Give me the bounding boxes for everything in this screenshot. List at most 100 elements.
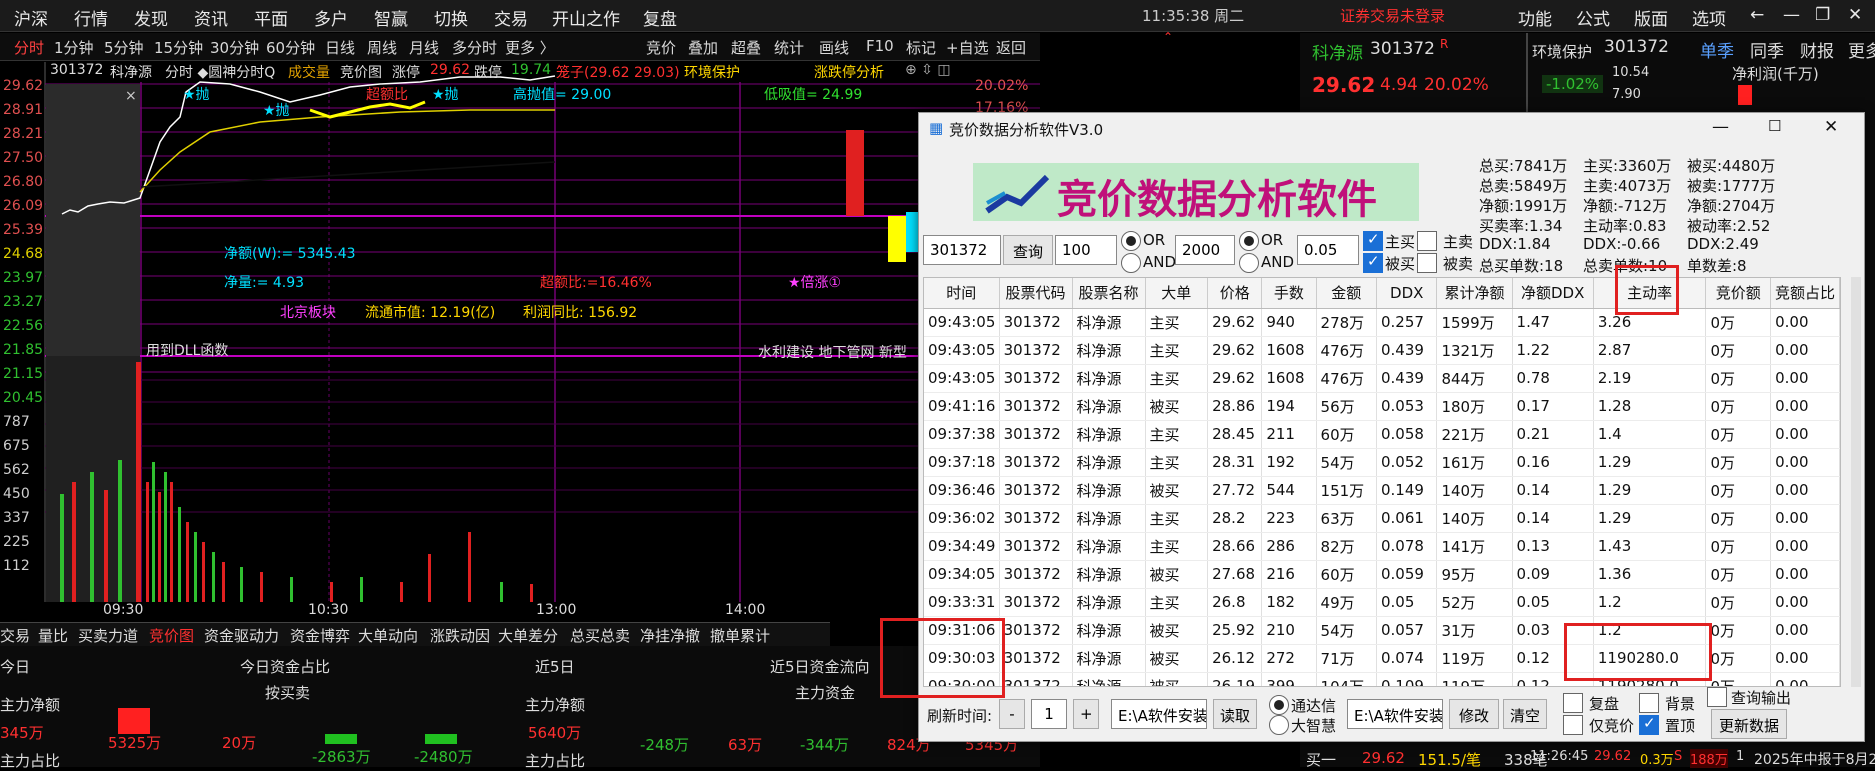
col-header[interactable]: 竞额占比 — [1770, 278, 1840, 309]
menu-gongshi[interactable]: 公式 — [1576, 5, 1610, 30]
menu-duohu[interactable]: 多户 — [314, 5, 348, 30]
tab-liangbi[interactable]: 量比 — [38, 625, 68, 646]
tab-zijinqudong[interactable]: 资金驱动力 — [204, 625, 279, 646]
minus-button[interactable]: - — [999, 699, 1025, 729]
col-header[interactable]: 金额 — [1316, 278, 1378, 309]
table-scrollbar[interactable] — [1851, 277, 1861, 687]
path1-input[interactable]: E:\A软件安装 — [1111, 699, 1207, 729]
tb-fanhui[interactable]: 返回 — [996, 37, 1026, 58]
chart-settings-icon[interactable]: ⊕ ⇳ ◫ — [905, 62, 951, 78]
tab-caibao[interactable]: 财报 — [1800, 37, 1834, 62]
tab-maimai[interactable]: 买卖力道 — [78, 625, 138, 646]
ddx-input[interactable]: 0.05 — [1297, 235, 1359, 265]
tb-tongji[interactable]: 统计 — [774, 37, 804, 58]
tab-jiaoyi[interactable]: 交易 — [0, 625, 30, 646]
menu-xuanxiang[interactable]: 选项 — [1692, 5, 1726, 30]
tb-huaxian[interactable]: 画线 — [819, 37, 849, 58]
menu-hangqing[interactable]: 行情 — [74, 5, 108, 30]
menu-qiehuan[interactable]: 切换 — [434, 5, 468, 30]
tab-jingjiatu[interactable]: 竞价图 — [149, 625, 194, 646]
menu-fupan[interactable]: 复盘 — [643, 5, 677, 30]
tf-5min[interactable]: 5分钟 — [104, 37, 144, 58]
tb-biaoji[interactable]: 标记 — [906, 37, 936, 58]
collapse-arrow-icon[interactable]: ⌃ — [1163, 30, 1173, 44]
table-row[interactable]: 09:37:38 301372 科净源 主买 28.45 211 60万 0.058 221万 0… — [924, 420, 1840, 449]
tf-day[interactable]: 日线 — [325, 37, 355, 58]
menu-banmian[interactable]: 版面 — [1634, 5, 1668, 30]
env-label[interactable]: 环境保护 — [1532, 41, 1592, 62]
tf-15min[interactable]: 15分钟 — [154, 37, 203, 58]
or1-radio[interactable] — [1121, 231, 1141, 251]
tf-more[interactable]: 更多 〉 — [505, 37, 555, 58]
modify-button[interactable]: 修改 — [1449, 699, 1499, 729]
or2-radio[interactable] — [1239, 231, 1259, 251]
threshold2-input[interactable]: 2000 — [1175, 235, 1235, 265]
table-row[interactable]: 09:36:46 301372 科净源 被买 27.72 544 151万 0.149 140万… — [924, 476, 1840, 505]
menu-zhiying[interactable]: 智赢 — [374, 5, 408, 30]
zhumai2-checkbox[interactable] — [1417, 231, 1437, 251]
beimai2-checkbox[interactable] — [1417, 253, 1437, 273]
tb-jingjia[interactable]: 竞价 — [646, 37, 676, 58]
top-checkbox[interactable] — [1639, 714, 1659, 735]
dzh-radio[interactable] — [1269, 715, 1289, 735]
threshold1-input[interactable]: 100 — [1055, 235, 1117, 265]
login-warning[interactable]: 证券交易未登录 — [1340, 5, 1445, 26]
zhumai-checkbox[interactable] — [1363, 230, 1383, 251]
menu-jiaoyi[interactable]: 交易 — [494, 5, 528, 30]
col-header[interactable]: 手数 — [1261, 278, 1317, 309]
col-header[interactable]: 竞价额 — [1705, 278, 1772, 309]
menu-kaishan[interactable]: 开山之作 — [552, 5, 620, 30]
table-row[interactable]: 09:34:49 301372 科净源 主买 28.66 286 82万 0.078 141万 0… — [924, 532, 1840, 561]
tf-multi[interactable]: 多分时 — [452, 37, 497, 58]
tab-zongmai[interactable]: 总买总卖 — [570, 625, 630, 646]
minimize-icon[interactable]: — — [1783, 5, 1800, 25]
table-row[interactable]: 09:43:05 301372 科净源 主买 29.62 1608 476万 0.439 844… — [924, 364, 1840, 393]
read-button[interactable]: 读取 — [1213, 699, 1257, 729]
tab-danji[interactable]: 单季 — [1700, 37, 1734, 62]
tf-1min[interactable]: 1分钟 — [54, 37, 94, 58]
table-row[interactable]: 09:43:05 301372 科净源 主买 29.62 1608 476万 0.439 132… — [924, 336, 1840, 365]
col-header[interactable]: 价格 — [1207, 278, 1263, 309]
table-row[interactable]: 09:43:05 301372 科净源 主买 29.62 940 278万 0.257 1599… — [924, 308, 1840, 337]
back-arrow-icon[interactable]: ← — [1750, 5, 1764, 25]
tab-dadan[interactable]: 大单动向 — [358, 625, 418, 646]
intraday-chart[interactable]: 29.62 28.91 28.21 27.50 26.80 26.09 25.3… — [0, 62, 1040, 622]
tab-tongji[interactable]: 同季 — [1750, 37, 1784, 62]
query-out-checkbox[interactable] — [1707, 687, 1727, 707]
clear-button[interactable]: 清空 — [1503, 699, 1547, 729]
col-header[interactable]: 股票名称 — [1072, 278, 1146, 309]
col-header[interactable]: 股票代码 — [999, 278, 1073, 309]
table-row[interactable]: 09:33:31 301372 科净源 主买 26.8 182 49万 0.05 52万 0.05… — [924, 588, 1840, 617]
tb-zixuan[interactable]: +自选 — [946, 37, 989, 58]
col-header[interactable]: 大单 — [1145, 278, 1209, 309]
tab-chedan[interactable]: 撤单累计 — [710, 625, 770, 646]
menu-gongneng[interactable]: 功能 — [1518, 5, 1552, 30]
only-bid-checkbox[interactable] — [1563, 715, 1583, 735]
and1-radio[interactable] — [1121, 253, 1141, 273]
refresh-input[interactable]: 1 — [1031, 699, 1067, 729]
tb-chaodie[interactable]: 超叠 — [731, 37, 761, 58]
dialog-maximize-icon[interactable]: ☐ — [1768, 117, 1781, 135]
tf-month[interactable]: 月线 — [409, 37, 439, 58]
tdx-radio[interactable] — [1269, 695, 1289, 715]
query-button[interactable]: 查询 — [1003, 235, 1053, 265]
menu-zixun[interactable]: 资讯 — [194, 5, 228, 30]
tf-60min[interactable]: 60分钟 — [266, 37, 315, 58]
tb-f10[interactable]: F10 — [866, 37, 894, 55]
tf-fenshi[interactable]: 分时 — [14, 37, 44, 58]
path2-input[interactable]: E:\A软件安装 — [1347, 699, 1443, 729]
table-row[interactable]: 09:37:18 301372 科净源 主买 28.31 192 54万 0.052 161万 0… — [924, 448, 1840, 477]
dialog-minimize-icon[interactable]: — — [1712, 117, 1729, 137]
tab-zijinboyi[interactable]: 资金博弈 — [290, 625, 350, 646]
table-row[interactable]: 09:36:02 301372 科净源 主买 28.2 223 63万 0.061 140万 0.… — [924, 504, 1840, 533]
col-header[interactable]: 时间 — [924, 278, 1000, 309]
plus-button[interactable]: + — [1073, 699, 1099, 729]
beimai-checkbox[interactable] — [1363, 252, 1383, 273]
and2-radio[interactable] — [1239, 253, 1259, 273]
tb-diejia[interactable]: 叠加 — [688, 37, 718, 58]
code-input[interactable]: 301372 — [923, 235, 1001, 265]
table-row[interactable]: 09:34:05 301372 科净源 被买 27.68 216 60万 0.059 95万 0.… — [924, 560, 1840, 589]
dialog-close-icon[interactable]: ✕ — [1824, 117, 1838, 137]
col-header[interactable]: 净额DDX — [1512, 278, 1594, 309]
chart-close-icon[interactable]: × — [125, 88, 137, 104]
